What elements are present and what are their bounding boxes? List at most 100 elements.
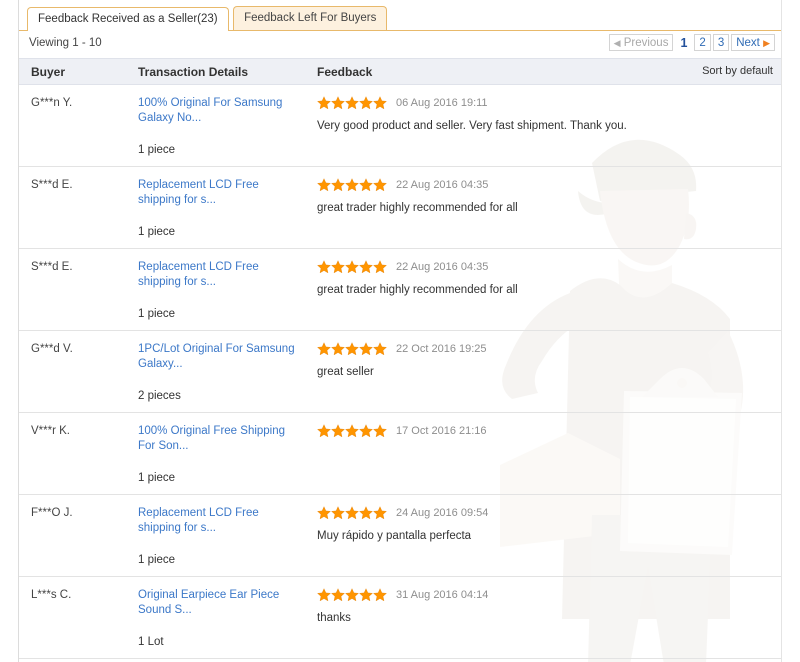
transaction-details: Replacement LCD Free shipping for s... 1 … (138, 260, 317, 322)
buyer-name: S***d E. (31, 179, 73, 191)
table-header-row: Buyer Transaction Details Feedback Sort … (19, 58, 781, 85)
feedback-table: Buyer Transaction Details Feedback Sort … (19, 58, 781, 662)
feedback-comment: thanks (317, 612, 351, 624)
star-icon (317, 178, 331, 192)
buyer-name: G***d V. (31, 343, 73, 355)
tab-feedback-left-for-buyers[interactable]: Feedback Left For Buyers (233, 6, 388, 30)
rating-line: 24 Aug 2016 09:54 (317, 506, 771, 521)
star-icon (359, 588, 373, 602)
quantity-label: 1 piece (138, 226, 176, 238)
chevron-right-icon: ▶ (763, 38, 770, 48)
table-row: V***r K. 100% Original Free Shipping For … (19, 413, 781, 495)
pagination-next-label: Next (736, 37, 760, 49)
feedback-cell: 17 Oct 2016 21:16 (317, 424, 781, 486)
buyer-name: V***r K. (31, 425, 70, 437)
feedback-cell: 24 Aug 2016 09:54 Muy rápido y pantalla p… (317, 506, 781, 568)
feedback-comment: great seller (317, 366, 374, 378)
transaction-details: 1PC/Lot Original For Samsung Galaxy... 2 … (138, 342, 317, 404)
star-icon (359, 424, 373, 438)
star-rating (317, 342, 387, 358)
star-icon (331, 588, 345, 602)
feedback-cell: 22 Oct 2016 19:25 great seller (317, 342, 781, 404)
star-icon (345, 178, 359, 192)
chevron-left-icon: ◀ (613, 38, 621, 48)
feedback-page: Feedback Received as a Seller(23) Feedba… (0, 0, 800, 662)
product-link[interactable]: Replacement LCD Free shipping for s... (138, 178, 303, 208)
star-icon (345, 588, 359, 602)
buyer-name: G***n Y. (31, 97, 73, 109)
table-row: G***d V. 1PC/Lot Original For Samsung Gal… (19, 331, 781, 413)
star-icon (317, 506, 331, 520)
buyer-name: S***d E. (31, 261, 73, 273)
transaction-details: 100% Original For Samsung Galaxy No... 1 … (138, 96, 317, 158)
star-rating (317, 178, 387, 194)
star-icon (345, 96, 359, 110)
feedback-comment: great trader highly recommended for all (317, 202, 518, 214)
pagination: ◀ Previous 1 2 3 Next ▶ (607, 34, 775, 51)
pagination-previous-button[interactable]: ◀ Previous (608, 34, 674, 51)
rating-line: 22 Aug 2016 04:35 (317, 260, 771, 275)
table-row: G***n Y. 100% Original For Samsung Galaxy… (19, 85, 781, 167)
star-rating (317, 424, 387, 440)
product-link[interactable]: 100% Original For Samsung Galaxy No... (138, 96, 303, 126)
product-link[interactable]: 100% Original Free Shipping For Son... (138, 424, 303, 454)
star-icon (373, 342, 387, 356)
quantity-label: 2 pieces (138, 390, 181, 402)
product-link[interactable]: Replacement LCD Free shipping for s... (138, 506, 303, 536)
pagination-page-2[interactable]: 2 (694, 34, 711, 51)
star-icon (345, 506, 359, 520)
feedback-cell: 22 Aug 2016 04:35 great trader highly rec… (317, 178, 781, 240)
buyer-name: L***s C. (31, 589, 72, 601)
sort-by-default-link[interactable]: Sort by default (702, 65, 773, 77)
star-icon (373, 96, 387, 110)
feedback-date: 22 Aug 2016 04:35 (396, 261, 489, 273)
star-icon (373, 424, 387, 438)
table-body: G***n Y. 100% Original For Samsung Galaxy… (19, 85, 781, 662)
star-icon (317, 424, 331, 438)
product-link[interactable]: 1PC/Lot Original For Samsung Galaxy... (138, 342, 303, 372)
pagination-page-3[interactable]: 3 (712, 34, 730, 51)
star-icon (345, 342, 359, 356)
pagination-next-button[interactable]: Next ▶ (731, 34, 775, 51)
feedback-comment: Very good product and seller. Very fast … (317, 120, 627, 132)
star-icon (345, 424, 359, 438)
feedback-cell: 31 Aug 2016 04:14 thanks (317, 588, 781, 650)
rating-line: 17 Oct 2016 21:16 (317, 424, 771, 439)
star-rating (317, 506, 387, 522)
pagination-page-1[interactable]: 1 (675, 34, 692, 51)
content-frame: Feedback Received as a Seller(23) Feedba… (18, 0, 782, 662)
star-icon (345, 260, 359, 274)
star-icon (373, 506, 387, 520)
star-icon (331, 424, 345, 438)
feedback-date: 17 Oct 2016 21:16 (396, 425, 487, 437)
viewing-range-label: Viewing 1 - 10 (29, 37, 102, 49)
table-row: S***d E. Replacement LCD Free shipping fo… (19, 167, 781, 249)
star-icon (359, 260, 373, 274)
star-icon (317, 342, 331, 356)
column-header-transaction-details: Transaction Details (138, 65, 249, 79)
buyer-name: F***O J. (31, 507, 73, 519)
rating-line: 22 Aug 2016 04:35 (317, 178, 771, 193)
transaction-details: Original Earpiece Ear Piece Sound S... 1 … (138, 588, 317, 650)
star-icon (359, 96, 373, 110)
feedback-date: 22 Oct 2016 19:25 (396, 343, 487, 355)
product-link[interactable]: Original Earpiece Ear Piece Sound S... (138, 588, 303, 618)
product-link[interactable]: Replacement LCD Free shipping for s... (138, 260, 303, 290)
star-icon (373, 588, 387, 602)
quantity-label: 1 piece (138, 308, 176, 320)
star-icon (331, 506, 345, 520)
feedback-cell: 06 Aug 2016 19:11 Very good product and s… (317, 96, 781, 158)
quantity-label: 1 piece (138, 472, 176, 484)
star-rating (317, 96, 387, 112)
column-header-buyer: Buyer (31, 65, 66, 79)
quantity-label: 1 piece (138, 554, 176, 566)
feedback-tabs: Feedback Received as a Seller(23) Feedba… (19, 0, 781, 31)
rating-line: 06 Aug 2016 19:11 (317, 96, 771, 111)
tab-label: Feedback Received as a Seller(23) (38, 13, 218, 25)
column-header-feedback: Feedback (317, 65, 373, 79)
feedback-date: 06 Aug 2016 19:11 (396, 97, 488, 109)
quantity-label: 1 Lot (138, 636, 164, 648)
pagination-previous-label: Previous (623, 37, 669, 49)
feedback-date: 22 Aug 2016 04:35 (396, 179, 489, 191)
tab-feedback-received-as-seller[interactable]: Feedback Received as a Seller(23) (27, 7, 229, 31)
